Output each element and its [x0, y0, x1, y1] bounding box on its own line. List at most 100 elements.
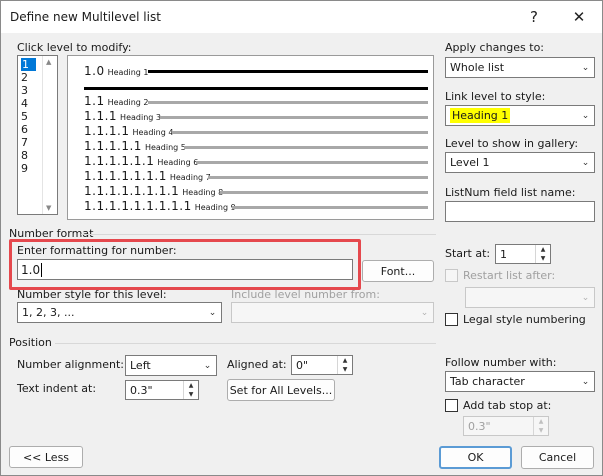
- preview-number: 1.1: [84, 94, 105, 108]
- level-item[interactable]: 8: [21, 149, 28, 162]
- link-style-label: Link level to style:: [445, 90, 546, 103]
- chevron-down-icon: ⌄: [581, 157, 590, 168]
- help-button[interactable]: ?: [514, 1, 554, 33]
- add-tab-stop-checkbox[interactable]: [445, 399, 458, 412]
- define-multilevel-list-dialog: Define new Multilevel list ? ✕ Click lev…: [0, 0, 603, 476]
- start-at-spinner[interactable]: 1 ▲ ▼: [495, 244, 551, 264]
- preview-row: 1.1.1.1.1.1 Heading 6: [84, 154, 198, 168]
- include-level-select[interactable]: ⌄: [231, 302, 434, 323]
- level-item[interactable]: 5: [21, 110, 28, 123]
- link-style-select[interactable]: Heading 1 ⌄: [445, 105, 595, 126]
- spin-down-icon[interactable]: ▼: [183, 390, 198, 399]
- listnum-label: ListNum field list name:: [445, 186, 576, 199]
- level-item[interactable]: 9: [21, 162, 28, 175]
- level-item[interactable]: 2: [21, 71, 28, 84]
- legal-style-checkbox[interactable]: [445, 313, 458, 326]
- preview-number: 1.1.1.1.1.1.1.1: [84, 184, 180, 198]
- preview-row: 1.0 Heading 1: [84, 64, 149, 78]
- spin-up-icon[interactable]: ▲: [337, 356, 352, 365]
- preview-line: [148, 101, 428, 104]
- preview-line: [184, 146, 428, 149]
- spin-up-icon[interactable]: ▲: [183, 381, 198, 390]
- listnum-input[interactable]: [445, 201, 595, 222]
- spin-down-icon[interactable]: ▼: [535, 254, 550, 263]
- font-button[interactable]: Font...: [362, 260, 434, 282]
- levels-label: Click level to modify:: [17, 41, 132, 54]
- preview-heading: Heading 2: [107, 98, 149, 107]
- preview-number: 1.0: [84, 64, 105, 78]
- number-alignment-label: Number alignment:: [17, 358, 124, 371]
- gallery-level-select[interactable]: Level 1 ⌄: [445, 152, 595, 173]
- window-title: Define new Multilevel list: [10, 10, 161, 24]
- preview-heading: Heading 5: [144, 143, 186, 152]
- gallery-level-label: Level to show in gallery:: [445, 137, 579, 150]
- scroll-down-icon[interactable]: ▼: [46, 204, 51, 212]
- link-style-value: Heading 1: [450, 108, 511, 123]
- gallery-level-value: Level 1: [450, 156, 490, 169]
- cancel-button[interactable]: Cancel: [521, 446, 594, 469]
- number-style-select[interactable]: 1, 2, 3, ... ⌄: [17, 302, 222, 323]
- preview-line: [160, 116, 428, 119]
- preview-number: 1.1.1.1.1.1.1: [84, 169, 167, 183]
- preview-number: 1.1.1.1.1.1.1.1.1: [84, 199, 192, 213]
- set-for-all-levels-button[interactable]: Set for All Levels...: [227, 379, 335, 401]
- less-button[interactable]: << Less: [9, 446, 83, 468]
- spin-down-icon[interactable]: ▼: [337, 365, 352, 374]
- preview-row: 1.1.1.1.1 Heading 5: [84, 139, 186, 153]
- apply-changes-value: Whole list: [450, 61, 505, 74]
- number-alignment-select[interactable]: Left ⌄: [125, 355, 217, 376]
- close-button[interactable]: ✕: [559, 1, 599, 33]
- preview-heading: Heading 3: [120, 113, 161, 122]
- add-tab-stop-label: Add tab stop at:: [463, 399, 552, 412]
- chevron-down-icon: ⌄: [208, 307, 217, 318]
- chevron-down-icon: ⌄: [581, 376, 590, 387]
- preview-row: 1.1.1 Heading 3: [84, 109, 161, 123]
- preview-row: 1.1.1.1.1.1.1.1.1 Heading 9: [84, 199, 236, 213]
- section-divider: [81, 234, 436, 235]
- preview-number: 1.1.1: [84, 109, 118, 123]
- level-item[interactable]: 3: [21, 84, 28, 97]
- spin-up-icon[interactable]: ▲: [533, 417, 548, 426]
- level-item[interactable]: 6: [21, 123, 28, 136]
- spin-down-icon[interactable]: ▼: [533, 426, 548, 435]
- level-listbox[interactable]: 1 2 3 4 5 6 7 8 9 ▲ ▼: [17, 55, 58, 215]
- position-heading: Position: [9, 336, 52, 349]
- preview-row: 1.1 Heading 2: [84, 94, 149, 108]
- number-style-value: 1, 2, 3, ...: [22, 306, 75, 319]
- preview-row: 1.1.1.1.1.1.1.1 Heading 8: [84, 184, 223, 198]
- level-item[interactable]: 4: [21, 97, 28, 110]
- preview-number: 1.1.1.1.1: [84, 139, 142, 153]
- preview-number: 1.1.1.1: [84, 124, 130, 138]
- aligned-at-spinner[interactable]: 0" ▲ ▼: [291, 355, 353, 375]
- include-level-label: Include level number from:: [231, 288, 380, 301]
- tab-stop-spinner[interactable]: 0.3" ▲ ▼: [463, 416, 549, 436]
- level-scrollbar[interactable]: ▲ ▼: [42, 56, 57, 214]
- text-indent-spinner[interactable]: 0.3" ▲ ▼: [125, 380, 199, 400]
- section-divider: [55, 343, 436, 344]
- preview-line: [148, 70, 428, 73]
- chevron-down-icon: ⌄: [581, 292, 590, 303]
- follow-number-value: Tab character: [450, 375, 525, 388]
- close-icon: ✕: [572, 8, 586, 26]
- restart-list-checkbox[interactable]: [445, 269, 458, 282]
- follow-number-select[interactable]: Tab character ⌄: [445, 371, 595, 392]
- title-bar: Define new Multilevel list ? ✕: [1, 1, 602, 33]
- number-alignment-value: Left: [130, 359, 151, 372]
- preview-number: 1.1.1.1.1.1: [84, 154, 155, 168]
- preview-line: [208, 176, 428, 179]
- chevron-down-icon: ⌄: [203, 360, 212, 371]
- level-item[interactable]: 1: [21, 58, 36, 71]
- spin-up-icon[interactable]: ▲: [535, 245, 550, 254]
- text-indent-label: Text indent at:: [17, 382, 97, 395]
- apply-changes-label: Apply changes to:: [445, 41, 545, 54]
- ok-button[interactable]: OK: [439, 446, 512, 469]
- apply-changes-select[interactable]: Whole list ⌄: [445, 57, 595, 78]
- scroll-up-icon[interactable]: ▲: [46, 58, 51, 66]
- restart-list-select[interactable]: ⌄: [465, 287, 595, 308]
- red-highlight-box: [9, 239, 361, 290]
- follow-number-label: Follow number with:: [445, 356, 557, 369]
- chevron-down-icon: ⌄: [420, 307, 429, 318]
- level-item[interactable]: 7: [21, 136, 28, 149]
- number-style-label: Number style for this level:: [17, 288, 167, 301]
- preview-heading: Heading 4: [132, 128, 174, 137]
